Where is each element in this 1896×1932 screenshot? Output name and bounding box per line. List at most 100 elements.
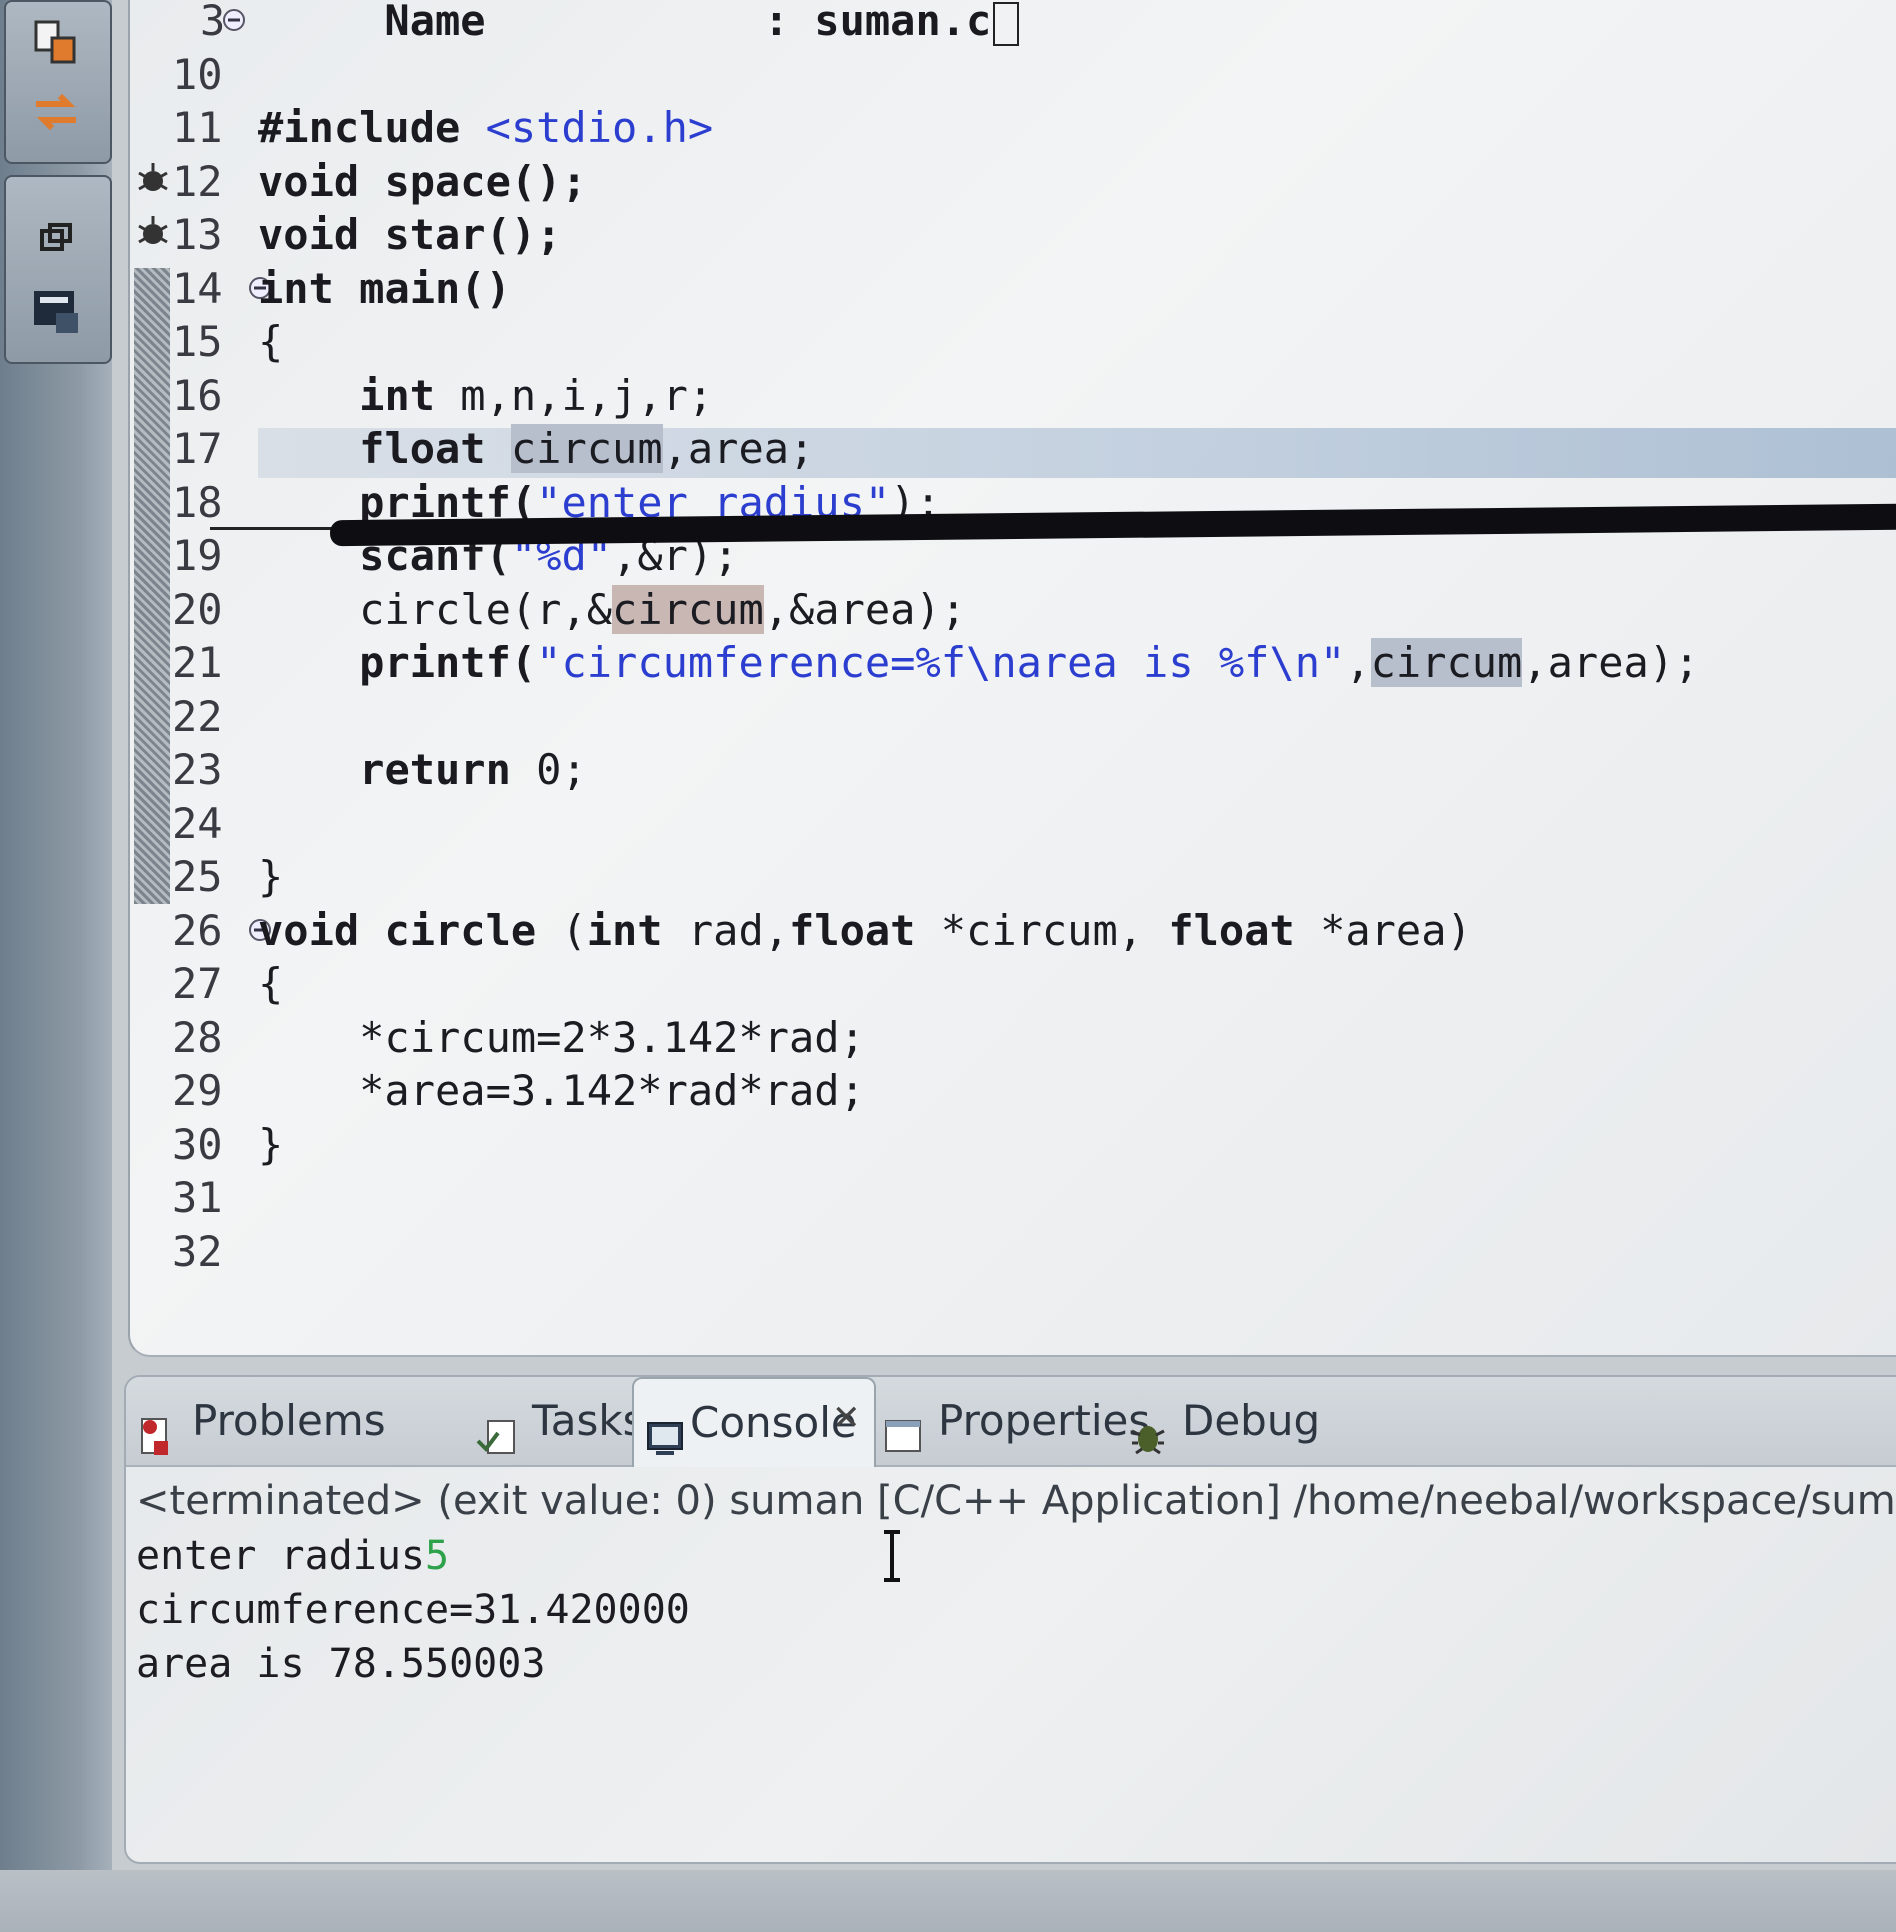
code-line: 17 float circum,area; [130,422,1890,476]
line-number: 17 [172,424,223,473]
line-number: 18 [172,477,223,527]
line-number: 11 [172,103,223,152]
line-number: 10 [172,49,223,99]
code-token: main() [359,263,511,313]
line-number: 19 [172,531,223,580]
code-line: 31 [130,1171,1890,1225]
console-output[interactable]: <terminated> (exit value: 0) suman [C/C+… [136,1473,1896,1853]
line-number: 27 [172,959,223,1008]
code-line: 28 *circum=2*3.142*rad; [130,1011,1890,1065]
code-token: <stdio.h> [485,103,714,152]
code-token: *circum, [915,905,1169,955]
code-text: { [258,957,283,1011]
code-line: 13 void star(); [130,208,1890,262]
code-token: *circum=2*3.142*rad; [258,1012,865,1062]
code-line: 10 [130,48,1890,102]
code-token: float [789,905,916,955]
code-line: 24 [130,797,1890,851]
line-number: 13 [172,210,223,259]
code-editor[interactable]: 3 Name : suman.c 10 11 #include <stdio.h> 12… [128,0,1896,1357]
code-token: } [258,852,284,901]
code-token: Name : suman.c [258,0,992,45]
code-text: int main() [258,262,511,316]
console-icon [644,1403,688,1455]
code-token: printf( [359,638,537,687]
maximize-icon[interactable] [28,215,84,267]
code-token: (); [485,210,562,259]
text-cursor-icon [880,1530,904,1582]
code-text: float circum,area; [258,422,814,476]
fold-collapse-icon[interactable] [222,8,246,32]
toolbar-group-bottom [4,175,112,364]
code-line: 29 *area=3.142*rad*rad; [130,1064,1890,1118]
code-token: "circumference=%f\narea is %f\n" [536,638,1346,687]
warning-marker-icon[interactable] [136,214,170,254]
code-token: star [384,210,486,259]
code-text: void star(); [258,208,561,262]
tab-label: Tasks [532,1396,645,1445]
line-number: 29 [172,1066,223,1115]
code-token: int [258,263,360,313]
code-token: ,&area); [763,584,967,634]
code-line: 23 return 0; [130,743,1890,797]
tab-label: Debug [1182,1396,1321,1445]
sync-icon[interactable] [28,86,84,138]
code-text: { [258,315,283,369]
tab-label: Problems [192,1396,386,1445]
line-number: 21 [172,638,223,687]
line-number: 16 [172,370,223,420]
line-number: 22 [172,691,223,741]
tab-problems[interactable]: Problems [136,1377,436,1465]
restore-icon[interactable] [28,16,84,68]
code-line: 25} [130,850,1890,904]
code-line: 21 printf("circumference=%f\narea is %f\… [130,636,1890,690]
terminated-status: <terminated> (exit value: 0) suman [C/C+… [136,1478,1896,1524]
code-token: m,n,i,j,r; [435,370,714,420]
line-number: 26 [172,905,223,955]
code-token: int [586,905,663,955]
code-text: *area=3.142*rad*rad; [258,1064,865,1118]
code-token: *area) [1294,905,1472,955]
code-text: } [258,1118,283,1172]
text-caret [993,1,1020,46]
code-text: circle(r,&circum,&area); [258,583,966,637]
tab-console[interactable]: Console ✕ [632,1377,876,1467]
tab-debug[interactable]: Debug [1126,1377,1326,1465]
code-token: void [258,905,385,955]
line-number: 15 [172,317,223,366]
line-number: 28 [172,1012,223,1062]
code-line: 30} [130,1118,1890,1172]
views-tabbar: Problems Tasks Console ✕ Properties Debu… [126,1377,1896,1467]
line-number: 14 [172,263,223,313]
code-text: return 0; [258,743,587,797]
line-number: 25 [172,852,223,901]
console-input: 5 [424,1533,450,1579]
code-line: 15 { [130,315,1890,369]
console-line: circumference=31.420000 [136,1587,690,1633]
code-text: void circle (int rad,float *circum, floa… [258,904,1472,958]
code-line: 3 Name : suman.c [130,0,1890,48]
line-number: 20 [172,584,223,634]
console-view-icon[interactable] [28,285,84,337]
line-number: 24 [172,798,223,848]
code-token: int [359,370,436,420]
code-text: int m,n,i,j,r; [258,369,713,423]
code-line: 26 void circle (int rad,float *circum, fl… [130,904,1890,958]
line-number: 30 [172,1119,223,1169]
code-token: , [1345,638,1371,687]
debug-icon [1126,1401,1170,1455]
code-line: 27 { [130,957,1890,1011]
tab-properties[interactable]: Properties [882,1377,1150,1465]
code-token: circum [510,424,663,473]
code-text: Name : suman.c [258,0,1020,48]
code-line: 22 [130,690,1890,744]
close-icon[interactable]: ✕ [832,1401,866,1435]
line-number: 12 [172,156,223,206]
warning-marker-icon[interactable] [136,161,170,201]
problems-icon [136,1401,180,1455]
tab-label: Properties [938,1396,1151,1445]
